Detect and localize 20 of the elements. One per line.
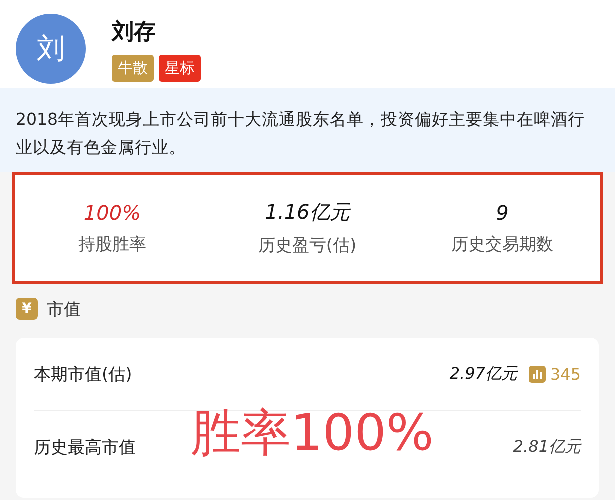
tag: 星标 bbox=[159, 54, 201, 82]
overlay-caption: 胜率100% bbox=[191, 403, 434, 464]
avatar: 刘 bbox=[16, 14, 86, 84]
description: 2018年首次现身上市公司前十大流通股东名单，投资偏好主要集中在啤酒行业以及有色金属行业。 bbox=[16, 109, 586, 159]
row-label: 历史最高市值 bbox=[34, 436, 136, 458]
stat-label: 历史交易期数 bbox=[452, 234, 554, 256]
user-name: 刘存 bbox=[112, 18, 157, 46]
row-label: 本期市值(估) bbox=[34, 364, 132, 386]
yen-icon: ¥ bbox=[16, 298, 38, 320]
stat-value: 100% bbox=[84, 200, 142, 224]
section-title: 市值 bbox=[47, 298, 81, 320]
row-value: 2.81亿元 bbox=[513, 436, 581, 458]
stat-label: 历史盈亏(估) bbox=[258, 235, 357, 257]
bar-chart-icon bbox=[529, 366, 546, 382]
row-value: 2.97亿元 bbox=[450, 364, 518, 384]
tag: 牛散 bbox=[112, 54, 154, 82]
stat-value: 1.16亿元 bbox=[265, 199, 350, 226]
count-label: 345 bbox=[550, 364, 581, 384]
stat-value: 9 bbox=[496, 200, 509, 224]
stat-label: 持股胜率 bbox=[78, 234, 146, 256]
